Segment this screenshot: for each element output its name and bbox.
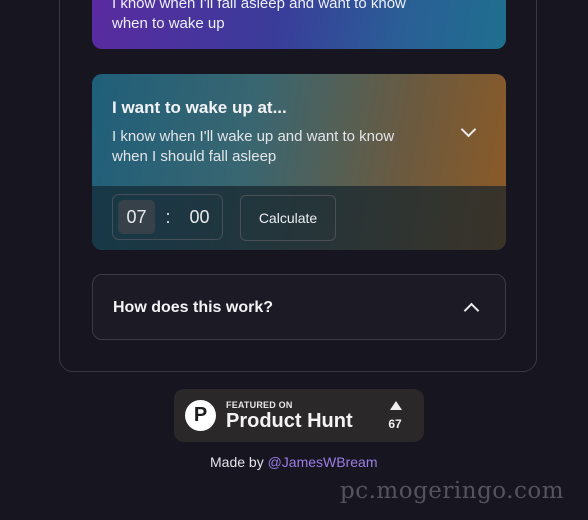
fall-asleep-description: I know when I'll fall asleep and want to… (112, 0, 406, 32)
chevron-down-icon[interactable] (460, 121, 477, 138)
fall-asleep-option-card[interactable]: I know when I'll fall asleep and want to… (92, 0, 506, 49)
author-link[interactable]: @JamesWBream (268, 454, 378, 470)
how-does-this-work-card[interactable]: How does this work? (92, 274, 506, 340)
wake-up-title: I want to wake up at... (112, 98, 287, 117)
upvote-count: 67 (388, 417, 402, 431)
made-by-credit: Made by @JamesWBream (210, 454, 378, 470)
time-separator: : (165, 207, 171, 227)
wake-up-card-controls: 07 : 00 Calculate (92, 186, 506, 250)
chevron-up-icon[interactable] (463, 302, 480, 319)
calculate-button[interactable]: Calculate (240, 195, 336, 241)
featured-on-label: FEATURED ON (226, 400, 293, 410)
product-hunt-name: Product Hunt (226, 410, 353, 432)
wake-up-option-card: I want to wake up at... I know when I'll… (92, 74, 506, 250)
hour-field[interactable]: 07 (118, 200, 155, 234)
minute-field[interactable]: 00 (181, 200, 218, 234)
product-hunt-badge[interactable]: P FEATURED ON Product Hunt 67 (174, 389, 424, 442)
site-watermark: pc.mogeringo.com (340, 478, 565, 504)
made-by-label: Made by (210, 454, 268, 470)
wake-up-description: I know when I'll wake up and want to kno… (112, 128, 395, 165)
how-title: How does this work? (113, 299, 274, 316)
product-hunt-logo-icon: P (185, 400, 216, 431)
wake-up-card-header[interactable]: I want to wake up at... I know when I'll… (92, 74, 506, 186)
time-input: 07 : 00 (112, 194, 223, 240)
upvote-arrow-icon (390, 401, 402, 410)
